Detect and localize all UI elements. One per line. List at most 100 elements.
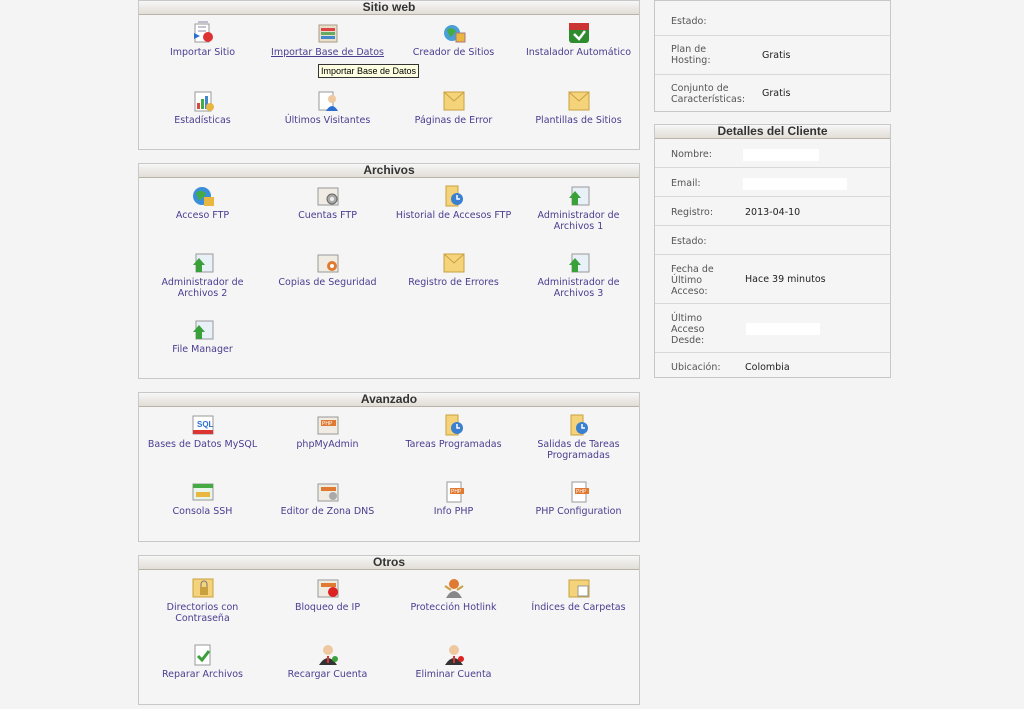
ftp-access-button[interactable]: Acceso FTP bbox=[140, 184, 265, 221]
import-site-icon bbox=[190, 21, 216, 45]
value: Gratis bbox=[762, 50, 791, 61]
file-manager-3-button[interactable]: Administrador de Archivos 3 bbox=[516, 251, 641, 299]
php-config-button[interactable]: PHP PHP Configuration bbox=[516, 480, 641, 517]
ftp-history-icon bbox=[441, 184, 467, 208]
client-location-row: Ubicación: Colombia bbox=[655, 353, 890, 381]
mysql-button[interactable]: SQL Bases de Datos MySQL bbox=[140, 413, 265, 450]
dns-editor-button[interactable]: Editor de Zona DNS bbox=[265, 480, 390, 517]
scheduled-tasks-icon bbox=[441, 413, 467, 437]
templates-button[interactable]: Plantillas de Sitios bbox=[516, 89, 641, 126]
plan-features-row: Conjunto de Características: Gratis bbox=[655, 75, 890, 113]
file-manager-button[interactable]: File Manager bbox=[140, 318, 265, 355]
phpmyadmin-button[interactable]: PHP phpMyAdmin bbox=[265, 413, 390, 450]
hotlink-button[interactable]: Protección Hotlink bbox=[391, 576, 516, 613]
backup-icon bbox=[315, 251, 341, 275]
svg-text:PHP: PHP bbox=[322, 421, 333, 427]
label: Estado: bbox=[671, 236, 707, 247]
reload-account-icon bbox=[315, 643, 341, 667]
ssh-console-button[interactable]: Consola SSH bbox=[140, 480, 265, 517]
folder-index-icon bbox=[566, 576, 592, 600]
tooltip: Importar Base de Datos bbox=[318, 64, 420, 78]
import-database-button[interactable]: Importar Base de Datos bbox=[265, 21, 390, 58]
redacted-value bbox=[743, 149, 819, 161]
redacted-value bbox=[746, 323, 820, 335]
panel-title: Detalles del Cliente bbox=[655, 125, 890, 139]
statistics-icon bbox=[190, 89, 216, 113]
value: Gratis bbox=[762, 88, 791, 99]
plan-estado-row: Estado: bbox=[655, 1, 890, 36]
file-manager-icon bbox=[190, 251, 216, 275]
phpmyadmin-icon: PHP bbox=[315, 413, 341, 437]
ssh-console-icon bbox=[190, 480, 216, 504]
delete-account-button[interactable]: Eliminar Cuenta bbox=[391, 643, 516, 680]
redacted-value bbox=[743, 178, 847, 190]
backup-button[interactable]: Copias de Seguridad bbox=[265, 251, 390, 288]
reload-account-button[interactable]: Recargar Cuenta bbox=[265, 643, 390, 680]
error-pages-button[interactable]: Páginas de Error bbox=[391, 89, 516, 126]
visitors-button[interactable]: Últimos Visitantes bbox=[265, 89, 390, 126]
value: Hace 39 minutos bbox=[745, 274, 826, 285]
dns-editor-icon bbox=[315, 480, 341, 504]
file-manager-icon bbox=[190, 318, 216, 342]
value: Colombia bbox=[745, 362, 790, 373]
php-info-icon: PHP bbox=[441, 480, 467, 504]
visitors-icon bbox=[315, 89, 341, 113]
label: Estado: bbox=[671, 16, 707, 27]
password-dirs-icon bbox=[190, 576, 216, 600]
mysql-icon: SQL bbox=[190, 413, 216, 437]
site-builder-button[interactable]: Creador de Sitios bbox=[391, 21, 516, 58]
ftp-accounts-button[interactable]: Cuentas FTP bbox=[265, 184, 390, 221]
panel-archivos: Archivos Acceso FTP Cuentas FTP Historia… bbox=[138, 163, 640, 379]
import-database-icon bbox=[315, 21, 341, 45]
password-dirs-button[interactable]: Directorios con Contraseña bbox=[140, 576, 265, 624]
task-output-button[interactable]: Salidas de Tareas Programadas bbox=[516, 413, 641, 461]
panel-title: Archivos bbox=[139, 164, 639, 178]
site-builder-icon bbox=[441, 21, 467, 45]
svg-text:PHP: PHP bbox=[451, 489, 462, 495]
delete-account-icon bbox=[441, 643, 467, 667]
client-last-access-from-row: Último Acceso Desde: bbox=[655, 304, 890, 353]
auto-installer-icon bbox=[566, 21, 592, 45]
auto-installer-button[interactable]: Instalador Automático bbox=[516, 21, 641, 58]
label: Nombre: bbox=[671, 149, 712, 160]
svg-text:PHP: PHP bbox=[576, 489, 587, 495]
label: Último Acceso Desde: bbox=[671, 313, 705, 346]
repair-files-button[interactable]: Reparar Archivos bbox=[140, 643, 265, 680]
templates-icon bbox=[566, 89, 592, 113]
panel-title: Avanzado bbox=[139, 393, 639, 407]
client-name-row: Nombre: bbox=[655, 139, 890, 168]
file-manager-1-button[interactable]: Administrador de Archivos 1 bbox=[516, 184, 641, 232]
panel-title: Otros bbox=[139, 556, 639, 570]
client-last-access-row: Fecha de Último Acceso: Hace 39 minutos bbox=[655, 255, 890, 304]
client-estado-row: Estado: bbox=[655, 226, 890, 255]
scheduled-tasks-button[interactable]: Tareas Programadas bbox=[391, 413, 516, 450]
label: Fecha de Último Acceso: bbox=[671, 264, 714, 297]
label: Plan de Hosting: bbox=[671, 44, 711, 66]
ftp-access-icon bbox=[190, 184, 216, 208]
statistics-button[interactable]: Estadísticas bbox=[140, 89, 265, 126]
file-manager-2-button[interactable]: Administrador de Archivos 2 bbox=[140, 251, 265, 299]
error-log-button[interactable]: Registro de Errores bbox=[391, 251, 516, 288]
ip-block-icon bbox=[315, 576, 341, 600]
label: Email: bbox=[671, 178, 701, 189]
import-site-button[interactable]: Importar Sitio bbox=[140, 21, 265, 58]
error-pages-icon bbox=[441, 89, 467, 113]
client-email-row: Email: bbox=[655, 168, 890, 197]
panel-title: Sitio web bbox=[139, 1, 639, 15]
plan-panel: Estado: Plan de Hosting: Gratis Conjunto… bbox=[654, 0, 891, 112]
client-registro-row: Registro: 2013-04-10 bbox=[655, 197, 890, 226]
ip-block-button[interactable]: Bloqueo de IP bbox=[265, 576, 390, 613]
ftp-history-button[interactable]: Historial de Accesos FTP bbox=[391, 184, 516, 221]
php-config-icon: PHP bbox=[566, 480, 592, 504]
ftp-accounts-icon bbox=[315, 184, 341, 208]
label: Registro: bbox=[671, 207, 714, 218]
php-info-button[interactable]: PHP Info PHP bbox=[391, 480, 516, 517]
label: Ubicación: bbox=[671, 362, 721, 373]
panel-otros: Otros Directorios con Contraseña Bloqueo… bbox=[138, 555, 640, 705]
label: Conjunto de Características: bbox=[671, 83, 746, 105]
client-details-panel: Detalles del Cliente Nombre: Email: Regi… bbox=[654, 124, 891, 378]
svg-text:SQL: SQL bbox=[197, 420, 214, 429]
plan-hosting-row: Plan de Hosting: Gratis bbox=[655, 36, 890, 75]
folder-index-button[interactable]: Índices de Carpetas bbox=[516, 576, 641, 613]
error-log-icon bbox=[441, 251, 467, 275]
